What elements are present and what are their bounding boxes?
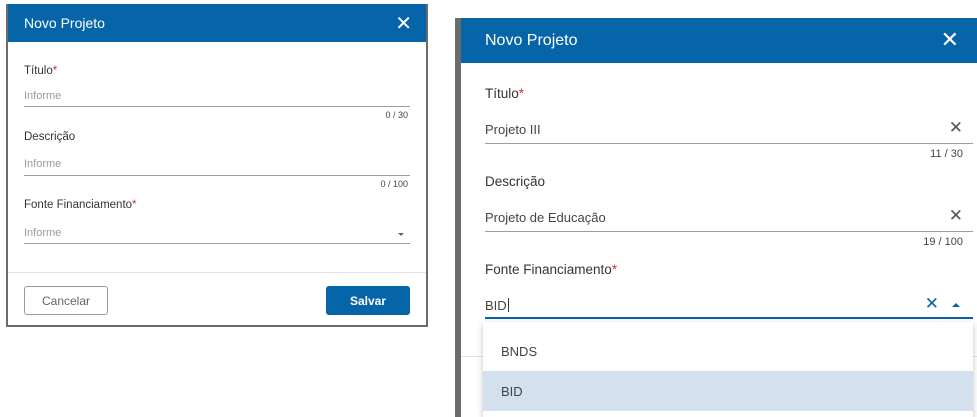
titulo-label: Título* xyxy=(24,65,58,77)
descricao-char-count: 19 / 100 xyxy=(923,236,963,248)
dialog-header: Novo Projeto ✕ xyxy=(461,18,977,63)
fonte-underline xyxy=(24,243,410,244)
descricao-underline xyxy=(24,175,410,176)
descricao-label: Descrição xyxy=(24,131,76,143)
option-bnds[interactable]: BNDS xyxy=(483,331,973,371)
chevron-up-icon[interactable] xyxy=(952,303,960,307)
close-icon[interactable]: ✕ xyxy=(395,13,412,33)
fonte-label: Fonte Financiamento* xyxy=(485,262,618,277)
text-cursor xyxy=(507,298,509,312)
titulo-underline xyxy=(485,143,973,144)
clear-fonte-icon[interactable]: ✕ xyxy=(925,296,939,313)
clear-titulo-icon[interactable]: ✕ xyxy=(949,120,963,137)
descricao-input[interactable]: Informe xyxy=(24,158,61,170)
chevron-down-icon[interactable] xyxy=(398,233,404,236)
titulo-input[interactable]: Projeto III xyxy=(485,122,541,137)
titulo-input[interactable]: Informe xyxy=(24,90,61,102)
fonte-options-dropdown: BNDS BID xyxy=(483,322,973,417)
titulo-char-count: 0 / 30 xyxy=(385,110,408,120)
required-marker: * xyxy=(132,199,137,211)
dialog-title: Novo Projeto xyxy=(24,15,105,31)
titulo-label: Título* xyxy=(485,86,525,101)
option-bid-selected[interactable]: BID xyxy=(483,371,973,411)
new-project-dialog-filled: Novo Projeto ✕ Título* Projeto III ✕ 11 … xyxy=(455,18,977,417)
footer-divider xyxy=(8,272,426,273)
dialog-header: Novo Projeto ✕ xyxy=(8,4,426,42)
fonte-label: Fonte Financiamento* xyxy=(24,199,137,211)
required-marker: * xyxy=(518,86,525,101)
descricao-input[interactable]: Projeto de Educação xyxy=(485,210,606,225)
descricao-underline xyxy=(485,231,973,232)
cancel-button[interactable]: Cancelar xyxy=(24,286,108,315)
fonte-select[interactable]: Informe xyxy=(24,227,61,239)
dialog-title: Novo Projeto xyxy=(485,31,578,49)
fonte-select[interactable]: BID xyxy=(485,298,509,313)
required-marker: * xyxy=(611,262,618,277)
fonte-underline-active xyxy=(485,317,973,319)
descricao-char-count: 0 / 100 xyxy=(380,179,408,189)
close-icon[interactable]: ✕ xyxy=(941,29,959,52)
clear-descricao-icon[interactable]: ✕ xyxy=(949,208,963,225)
titulo-char-count: 11 / 30 xyxy=(930,148,963,160)
new-project-dialog-empty: Novo Projeto ✕ Título* Informe 0 / 30 De… xyxy=(6,4,428,327)
descricao-label: Descrição xyxy=(485,174,546,189)
save-button[interactable]: Salvar xyxy=(326,286,410,315)
titulo-underline xyxy=(24,106,410,107)
required-marker: * xyxy=(52,65,58,77)
